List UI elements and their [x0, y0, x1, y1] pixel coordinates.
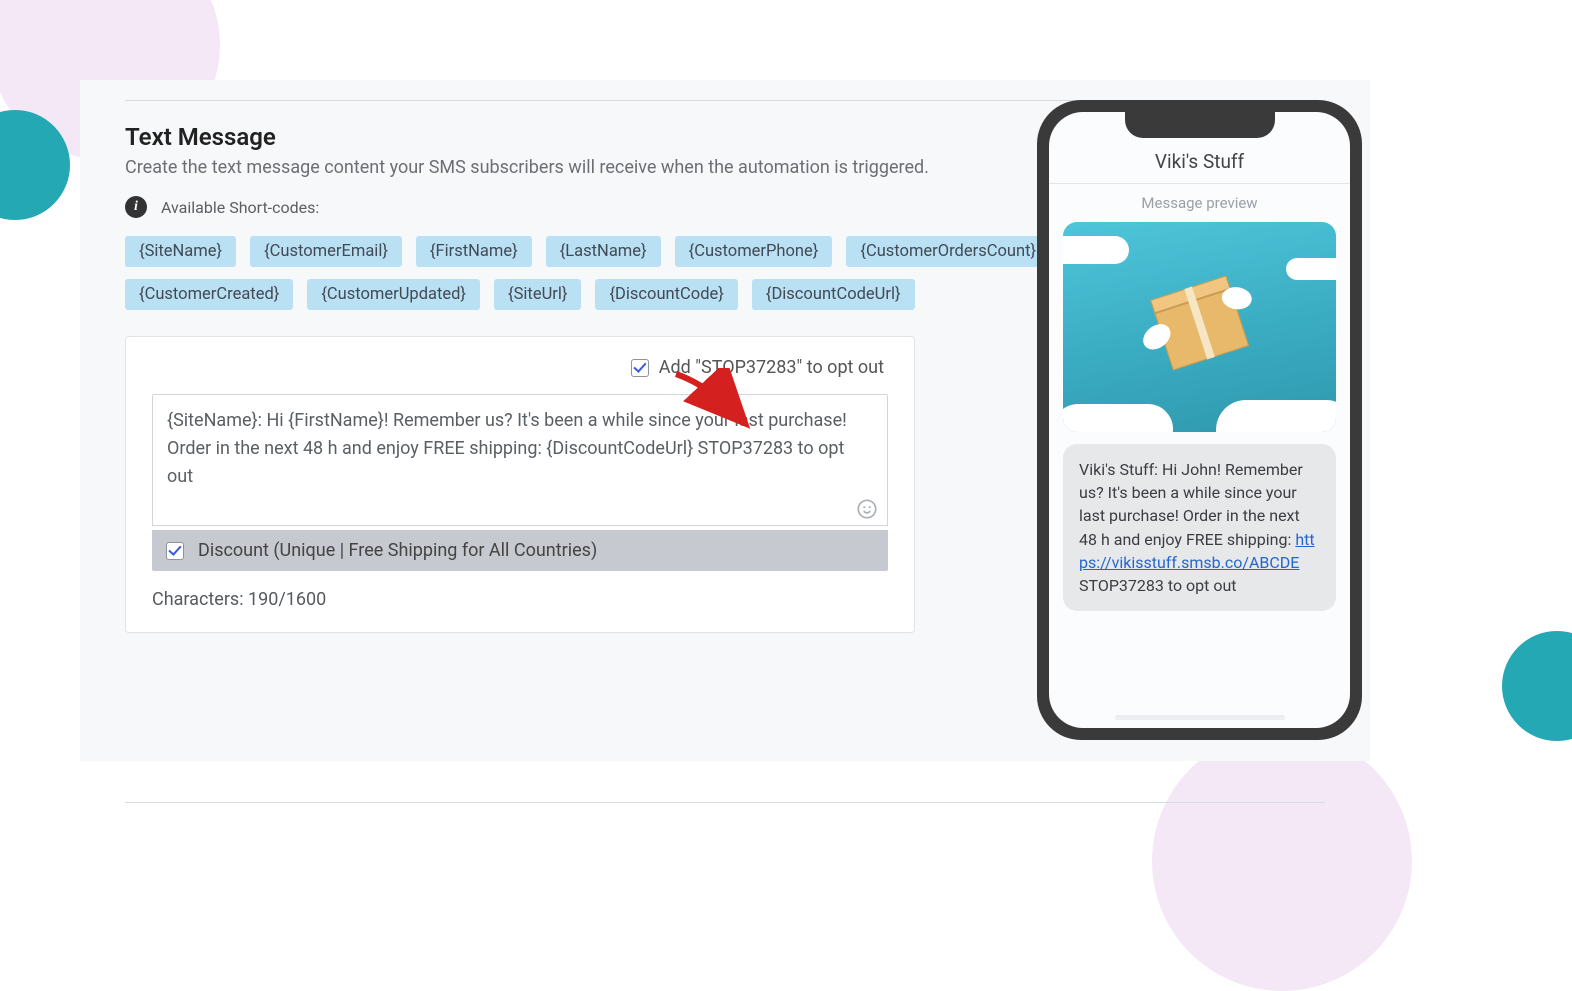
opt-out-checkbox[interactable]	[631, 359, 649, 377]
preview-label: Message preview	[1049, 184, 1350, 218]
bg-decor	[1152, 731, 1412, 991]
shortcode-chip[interactable]: {DiscountCode}	[595, 279, 737, 310]
home-indicator	[1115, 715, 1285, 720]
message-textarea[interactable]	[152, 394, 888, 526]
phone-notch	[1125, 112, 1275, 138]
discount-checkbox[interactable]	[166, 542, 184, 560]
bubble-text-after: STOP37283 to opt out	[1079, 576, 1237, 595]
bubble-text-before: Viki's Stuff: Hi John! Remember us? It's…	[1079, 460, 1303, 549]
discount-bar: Discount (Unique | Free Shipping for All…	[152, 530, 888, 571]
shortcode-chip[interactable]: {SiteName}	[125, 236, 236, 267]
shortcode-chip[interactable]: {FirstName}	[416, 236, 532, 267]
shortcode-chip[interactable]: {CustomerPhone}	[675, 236, 833, 267]
divider	[125, 802, 1325, 803]
shortcode-chip[interactable]: {DiscountCodeUrl}	[752, 279, 915, 310]
opt-out-label: Add "STOP37283" to opt out	[659, 357, 884, 378]
message-editor: Add "STOP37283" to opt out Discount (Uni…	[125, 336, 915, 633]
shortcode-chip[interactable]: {LastName}	[546, 236, 661, 267]
preview-site-name: Viki's Stuff	[1049, 150, 1350, 183]
character-count: Characters: 190/1600	[152, 589, 888, 610]
opt-out-row: Add "STOP37283" to opt out	[152, 357, 888, 378]
emoji-picker-icon[interactable]	[856, 498, 878, 520]
info-icon: i	[125, 196, 147, 218]
shortcode-chip[interactable]: {CustomerEmail}	[250, 236, 402, 267]
preview-image	[1063, 222, 1336, 432]
preview-bubble: Viki's Stuff: Hi John! Remember us? It's…	[1063, 444, 1336, 611]
shortcode-chip[interactable]: {SiteUrl}	[494, 279, 581, 310]
shortcode-chip[interactable]: {CustomerCreated}	[125, 279, 293, 310]
shortcode-label: Available Short-codes:	[161, 198, 319, 217]
phone-mockup: Viki's Stuff Message preview Viki's Stuf…	[1037, 100, 1362, 740]
shortcode-chip[interactable]: {CustomerOrdersCount}	[846, 236, 1050, 267]
shortcode-chip[interactable]: {CustomerUpdated}	[307, 279, 480, 310]
discount-label: Discount (Unique | Free Shipping for All…	[198, 540, 597, 561]
bg-decor	[1502, 631, 1572, 741]
